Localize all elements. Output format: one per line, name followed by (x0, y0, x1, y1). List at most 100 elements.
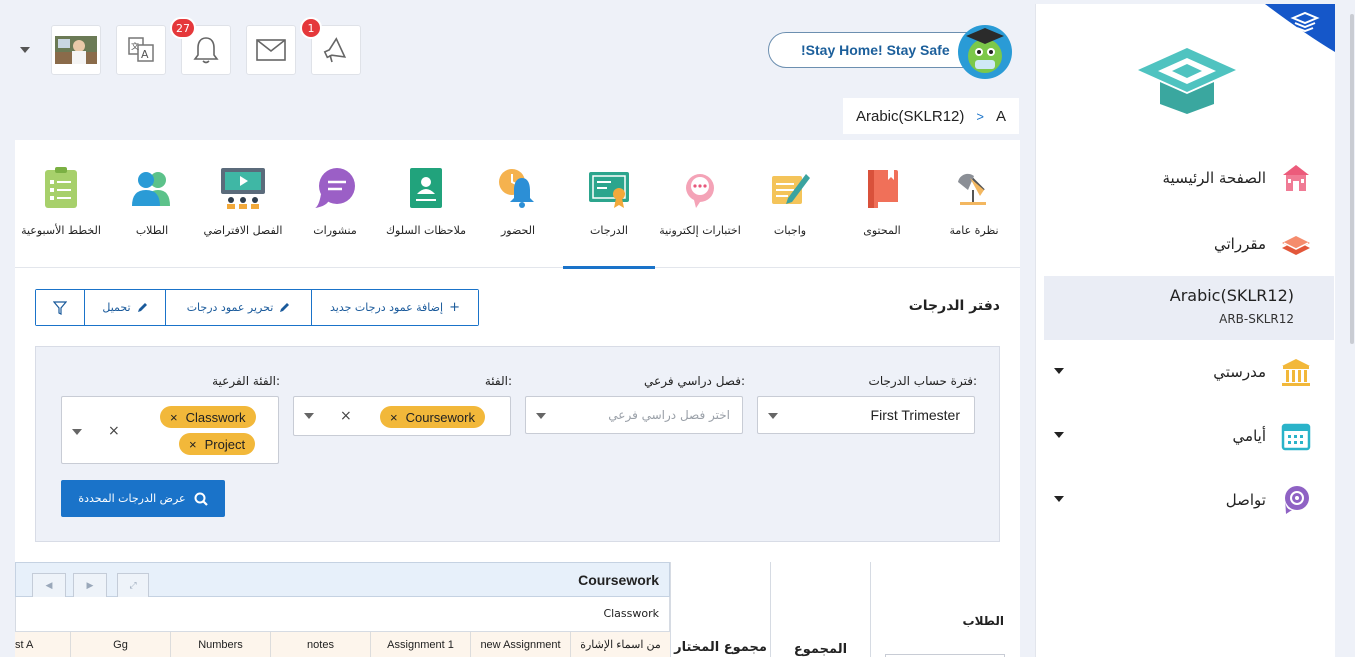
column-header[interactable]: Gg (70, 632, 170, 657)
calendar-icon (1281, 423, 1311, 451)
tab-label: الطلاب (135, 224, 169, 237)
sidebar-active-course[interactable]: Arabic(SKLR12) ARB-SKLR12 (1044, 276, 1334, 340)
e-tests-icon (686, 174, 714, 208)
filter-button[interactable] (36, 290, 84, 325)
chevron-down-icon (536, 413, 546, 419)
category-chip[interactable]: × Coursework (380, 406, 485, 428)
download-button[interactable]: تحميل (84, 290, 165, 325)
sub-term-select[interactable]: اختر فصل دراسي فرعي (525, 396, 743, 434)
svg-text:文: 文 (131, 41, 139, 51)
tab-weekly-plans[interactable]: الخطط الأسبوعية (15, 164, 107, 268)
sidebar-item-my-days[interactable]: أيامي (1044, 408, 1334, 464)
chevron-down-icon[interactable] (1054, 496, 1064, 502)
corner-ribbon (1265, 4, 1335, 52)
subcategory-select[interactable]: × × Classwork × Project (61, 396, 279, 464)
school-logo (1138, 48, 1236, 114)
tab-posts[interactable]: منشورات (289, 164, 381, 268)
chevron-down-icon (72, 429, 82, 435)
sub-term-placeholder: اختر فصل دراسي فرعي (608, 408, 730, 422)
remove-chip-icon[interactable]: × (390, 410, 398, 425)
tab-virtual-class[interactable]: الفصل الافتراضي (197, 164, 289, 268)
tab-attendance[interactable]: الحضور (472, 164, 564, 268)
sidebar-item-my-courses[interactable]: مقرراتي (1044, 216, 1334, 272)
search-icon (194, 492, 208, 506)
sidebar-item-home[interactable]: الصفحة الرئيسية (1044, 150, 1334, 206)
tab-students[interactable]: الطلاب (106, 164, 198, 268)
chevron-down-icon[interactable] (1054, 368, 1064, 374)
tab-label: نظرة عامة (949, 224, 999, 237)
subcategory-header-label: Classwork (603, 607, 659, 620)
total-column: المجموع (770, 562, 870, 657)
megaphone-icon (323, 37, 347, 63)
scroll-left-button[interactable]: ◀ (32, 573, 66, 599)
chat-icon (1285, 486, 1309, 514)
tab-assignments[interactable]: واجبات (744, 164, 836, 268)
sidebar-item-label: الصفحة الرئيسية (1162, 169, 1267, 187)
svg-text:A: A (141, 48, 149, 61)
column-header[interactable]: Numbers (170, 632, 270, 657)
language-button[interactable]: A 文 (116, 25, 166, 75)
period-select[interactable]: First Trimester (757, 396, 975, 434)
category-select[interactable]: × × Coursework (293, 396, 511, 436)
selected-total-label: مجموع المختار (674, 640, 767, 655)
tab-label: الخطط الأسبوعية (21, 224, 101, 237)
sidebar-item-label: تواصل (1225, 491, 1266, 509)
attendance-bell-icon (499, 169, 534, 208)
tab-label: اختبارات إلكترونية (659, 224, 741, 237)
column-header[interactable]: new Assignment (470, 632, 570, 657)
home-icon (1283, 165, 1309, 191)
avatar (55, 36, 97, 64)
subcategory-chip[interactable]: × Project (179, 433, 256, 455)
column-header[interactable]: Assignment 1 (370, 632, 470, 657)
period-label: فترة حساب الدرجات: (868, 374, 977, 388)
category-label: الفئة: (484, 374, 512, 388)
sidebar-item-my-school[interactable]: مدرستي (1044, 344, 1334, 400)
breadcrumb-separator: > (976, 108, 984, 124)
column-header[interactable]: st A (15, 632, 70, 657)
subcategory-chip[interactable]: × Classwork (160, 406, 256, 428)
user-avatar[interactable] (51, 25, 101, 75)
mascot-image (958, 25, 1012, 79)
tab-content[interactable]: المحتوى (836, 164, 928, 268)
edit-column-button[interactable]: تحرير عمود درجات (165, 290, 311, 325)
pencil-icon (137, 303, 147, 312)
user-menu-caret-icon[interactable] (20, 47, 30, 53)
grades-certificate-icon (589, 172, 629, 208)
tab-label: واجبات (773, 224, 807, 237)
clear-icon[interactable]: × (108, 423, 120, 439)
category-header: Coursework ◀ ▶ ⤢ (15, 562, 670, 599)
sidebar-item-communicate[interactable]: تواصل (1044, 472, 1334, 528)
expand-icon[interactable]: ⤢ (117, 573, 149, 599)
filter-panel: فترة حساب الدرجات: First Trimester فصل د… (35, 346, 1000, 542)
announcements-button[interactable]: 1 (300, 17, 361, 75)
breadcrumb-course[interactable]: Arabic(SKLR12) (856, 108, 964, 125)
breadcrumb-section[interactable]: A (996, 108, 1006, 125)
content-book-icon (868, 170, 898, 208)
sidebar-item-label: مدرستي (1213, 363, 1266, 381)
add-column-button[interactable]: إضافة عمود درجات جديد + (311, 290, 478, 325)
notifications-button[interactable]: 27 (170, 17, 231, 75)
column-header[interactable]: notes (270, 632, 370, 657)
grades-table: Coursework ◀ ▶ ⤢ Classwork st A Gg Numbe… (15, 562, 1020, 657)
tab-grades[interactable]: الدرجات (563, 164, 655, 269)
tab-behavior-notes[interactable]: ملاحظات السلوك (380, 164, 472, 268)
tab-label: منشورات (313, 224, 357, 237)
view-grades-button[interactable]: عرض الدرجات المحددة (61, 480, 225, 517)
remove-chip-icon[interactable]: × (170, 410, 178, 425)
remove-chip-icon[interactable]: × (189, 437, 197, 452)
category-header-label: Coursework (578, 572, 659, 588)
clear-icon[interactable]: × (340, 408, 352, 424)
view-grades-label: عرض الدرجات المحددة (78, 492, 186, 505)
tab-e-tests[interactable]: اختبارات إلكترونية (654, 164, 746, 268)
tab-overview[interactable]: نظرة عامة (928, 164, 1020, 268)
tab-label: الفصل الافتراضي (203, 224, 283, 237)
posts-icon (315, 168, 355, 208)
chevron-down-icon[interactable] (1054, 432, 1064, 438)
course-tabs: نظرة عامة المحتوى واجبات اختبارات إلكترو… (15, 140, 1020, 269)
weekly-plans-icon (45, 167, 77, 208)
page-scrollbar[interactable] (1350, 14, 1354, 344)
messages-button[interactable] (246, 25, 296, 75)
column-header[interactable]: من اسماء الإشارة (570, 632, 670, 657)
scroll-right-button[interactable]: ▶ (73, 573, 107, 599)
subcategory-header: Classwork (15, 597, 670, 632)
